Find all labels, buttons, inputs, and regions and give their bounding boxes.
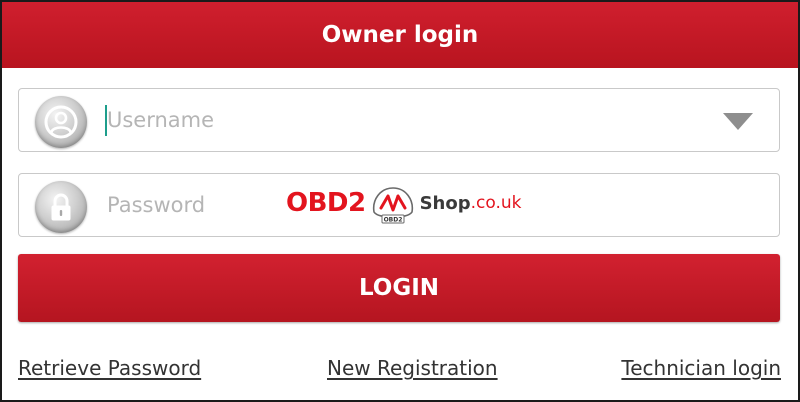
username-placeholder: Username: [107, 108, 215, 132]
user-icon: [35, 96, 87, 148]
page-title: Owner login: [2, 2, 798, 68]
password-placeholder: Password: [107, 193, 206, 217]
watermark-shop: Shop: [419, 192, 471, 214]
chevron-down-icon[interactable]: [723, 113, 753, 130]
username-field[interactable]: Username: [18, 88, 780, 152]
retrieve-password-link[interactable]: Retrieve Password: [18, 356, 201, 380]
watermark-logo: OBD2 OBD2 Shop .co.uk: [286, 178, 522, 228]
watermark-tld: .co.uk: [470, 193, 522, 213]
login-button[interactable]: LOGIN: [18, 254, 780, 322]
lock-icon: [35, 181, 87, 233]
watermark-car-icon: OBD2: [372, 187, 413, 224]
page-title-text: Owner login: [321, 22, 479, 48]
technician-login-link[interactable]: Technician login: [621, 356, 781, 380]
new-registration-link[interactable]: New Registration: [327, 356, 498, 380]
watermark-brand: OBD2: [286, 188, 366, 218]
watermark-badge: OBD2: [383, 217, 402, 224]
